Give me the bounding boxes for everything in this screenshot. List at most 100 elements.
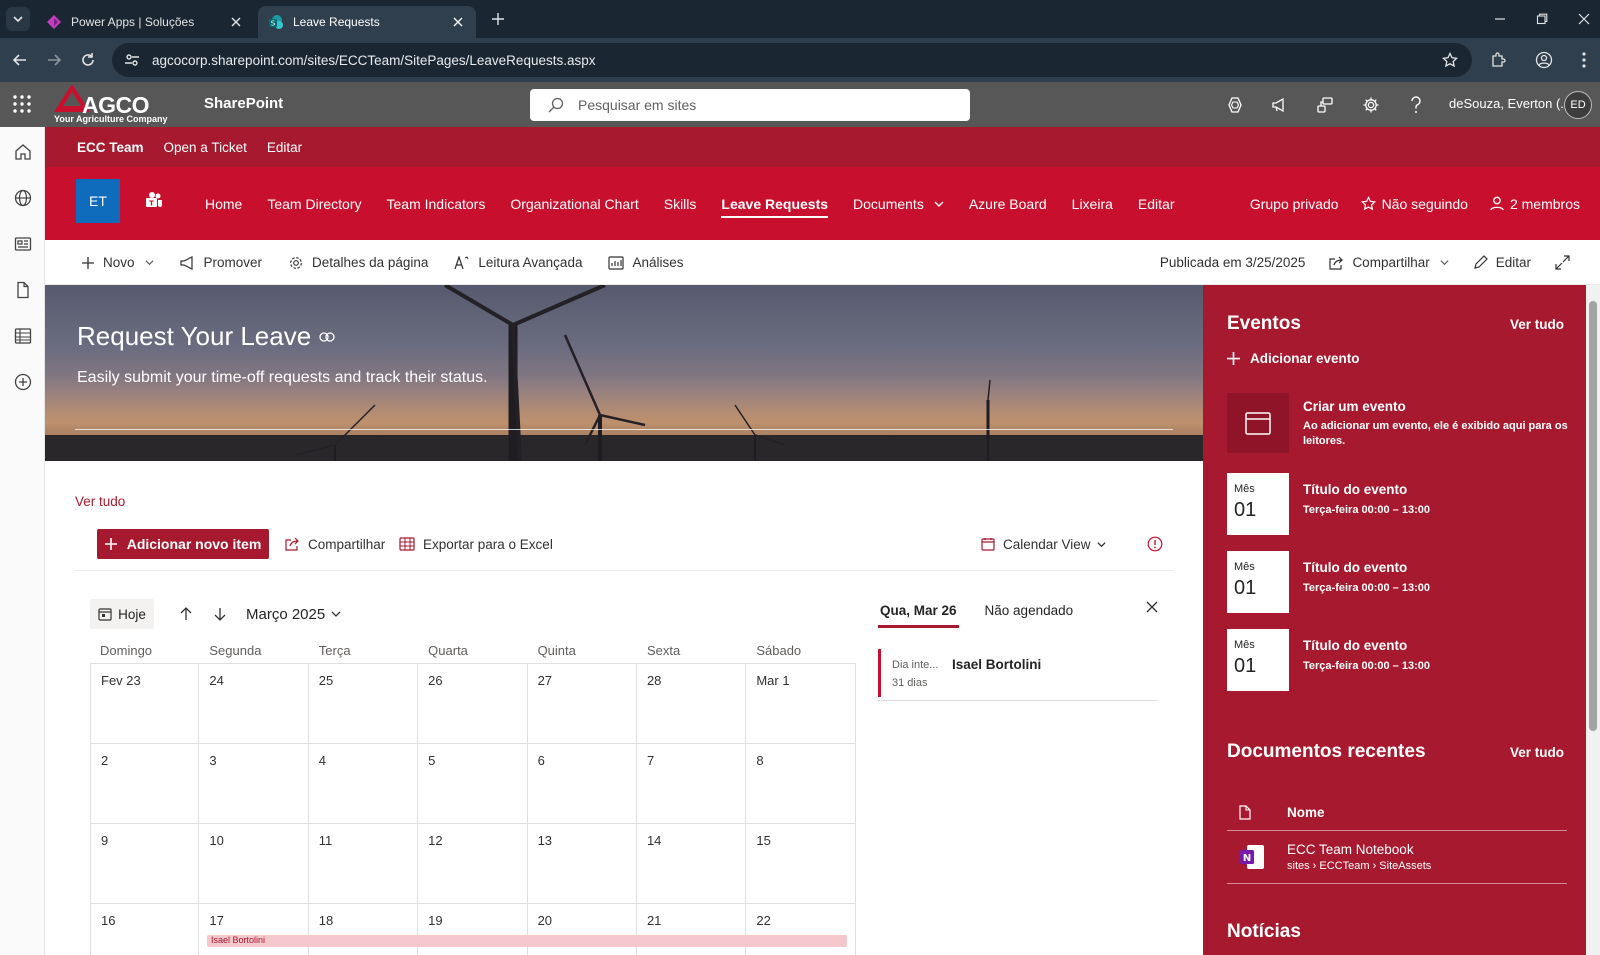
expand-button[interactable] [1555,255,1578,270]
browser-tab-leave-requests[interactable]: S Leave Requests [258,6,476,38]
calendar-day[interactable]: 22 [746,903,856,955]
add-new-item-button[interactable]: Adicionar novo item [97,529,269,559]
calendar-day[interactable]: 24 [199,663,309,743]
calendar-day[interactable]: 12 [418,823,528,903]
create-event-title[interactable]: Criar um evento [1303,399,1406,414]
address-bar[interactable]: agcocorp.sharepoint.com/sites/ECCTeam/Si… [112,43,1472,77]
calendar-day[interactable]: 19 [418,903,528,955]
calendar-day[interactable]: 15 [746,823,856,903]
list-item[interactable]: Dia inte... Isael Bortolini 31 dias [878,649,1158,701]
forward-button[interactable] [42,48,66,72]
calendar-day[interactable]: 4 [308,743,419,823]
next-month-button[interactable] [208,602,232,626]
calendar-day[interactable]: 10 [199,823,309,903]
promote-button[interactable]: Promover [179,255,262,270]
back-button[interactable] [8,48,32,72]
nav-azure-board[interactable]: Azure Board [969,196,1047,212]
events-see-all-link[interactable]: Ver tudo [1510,317,1564,332]
tab-close-icon[interactable] [228,14,244,30]
follow-button[interactable]: Não seguindo [1360,196,1468,212]
page-scrollbar[interactable] [1586,285,1600,955]
hub-title[interactable]: ECC Team [77,140,144,155]
hub-item-open-ticket[interactable]: Open a Ticket [164,140,247,155]
avatar[interactable]: ED [1564,91,1592,119]
analytics-button[interactable]: Análises [608,255,684,270]
app-name[interactable]: SharePoint [204,95,283,112]
nav-organizational-chart[interactable]: Organizational Chart [510,196,638,212]
calendar-day[interactable]: 25 [308,663,419,743]
members-button[interactable]: 2 membros [1490,196,1580,212]
calendar-day[interactable]: Mar 1 [746,663,856,743]
nav-team-indicators[interactable]: Team Indicators [387,196,486,212]
calendar-day[interactable]: 6 [527,743,637,823]
extensions-button[interactable] [1486,48,1510,72]
immersive-reader-button[interactable]: Leitura Avançada [454,255,582,270]
browser-menu-button[interactable] [1572,48,1596,72]
list-share-button[interactable]: Compartilhar [285,529,385,559]
month-picker[interactable]: Março 2025 [246,606,341,623]
tab-unscheduled[interactable]: Não agendado [983,603,1076,618]
add-event-button[interactable]: Adicionar evento [1227,351,1360,366]
calendar-day[interactable]: 28 [636,663,747,743]
new-tab-button[interactable] [488,9,508,29]
today-button[interactable]: Hoje [90,599,154,629]
news-icon[interactable] [12,233,34,255]
nav-lixeira[interactable]: Lixeira [1072,196,1113,212]
calendar-day[interactable]: 2 [90,743,200,823]
export-excel-button[interactable]: Exportar para o Excel [399,529,553,559]
close-icon[interactable] [1146,601,1158,613]
nav-home[interactable]: Home [205,196,242,212]
calendar-day[interactable]: 17 [199,903,309,955]
globe-icon[interactable] [12,187,34,209]
table-row[interactable]: N ECC Team Notebook sites › ECCTeam › Si… [1227,832,1567,884]
event-title[interactable]: Título do evento [1303,638,1407,653]
close-window-button[interactable] [1572,8,1596,30]
nav-edit[interactable]: Editar [1138,196,1175,212]
nav-documents[interactable]: Documents [853,196,944,212]
list-icon[interactable] [12,325,34,347]
calendar-day[interactable]: 8 [746,743,856,823]
event-title[interactable]: Título do evento [1303,482,1407,497]
calendar-day[interactable]: 21 [636,903,747,955]
profile-button[interactable] [1532,48,1556,72]
bookmark-button[interactable] [1438,48,1462,72]
calendar-day[interactable]: 27 [527,663,637,743]
calendar-day[interactable]: 14 [636,823,747,903]
copilot-button[interactable] [1224,94,1246,116]
add-circle-icon[interactable] [12,371,34,393]
site-info-icon[interactable] [124,52,140,68]
tab-search-button[interactable] [6,7,30,31]
calendar-day[interactable]: 13 [527,823,637,903]
nav-leave-requests[interactable]: Leave Requests [721,196,828,218]
teams-icon[interactable]: T [144,191,164,211]
site-logo[interactable]: ET [76,179,120,223]
calendar-day[interactable]: 18 [308,903,419,955]
announcements-button[interactable] [1269,94,1291,116]
calendar-day[interactable]: 11 [308,823,419,903]
calendar-day[interactable]: 5 [418,743,528,823]
view-switcher[interactable]: Calendar View [981,529,1106,559]
calendar-day[interactable]: 9 [90,823,200,903]
browser-tab-power-apps[interactable]: Power Apps | Soluções [36,6,254,38]
calendar-day[interactable]: 3 [199,743,309,823]
search-box[interactable]: Pesquisar em sites [530,89,970,121]
user-name[interactable]: deSouza, Everton (... [1449,96,1571,111]
new-button[interactable]: Novo [81,255,154,270]
scrollbar-thumb[interactable] [1589,301,1597,731]
calendar-day[interactable]: 26 [418,663,528,743]
list-see-all-link[interactable]: Ver tudo [75,494,125,509]
info-button[interactable] [1147,529,1171,559]
calendar-day[interactable]: 16 [90,903,200,955]
nav-team-directory[interactable]: Team Directory [267,196,361,212]
hub-item-edit[interactable]: Editar [267,140,302,155]
share-page-button[interactable]: Compartilhar [1329,255,1449,270]
tab-close-icon[interactable] [450,14,466,30]
help-button[interactable] [1405,94,1427,116]
reload-button[interactable] [76,48,100,72]
restore-button[interactable] [1530,8,1554,30]
calendar-event-bar[interactable]: Isael Bortolini [207,935,847,947]
calendar-day[interactable]: Fev 23 [90,663,200,743]
file-icon[interactable] [12,279,34,301]
calendar-day[interactable]: 20 [527,903,637,955]
tab-selected-day[interactable]: Qua, Mar 26 [878,603,959,628]
